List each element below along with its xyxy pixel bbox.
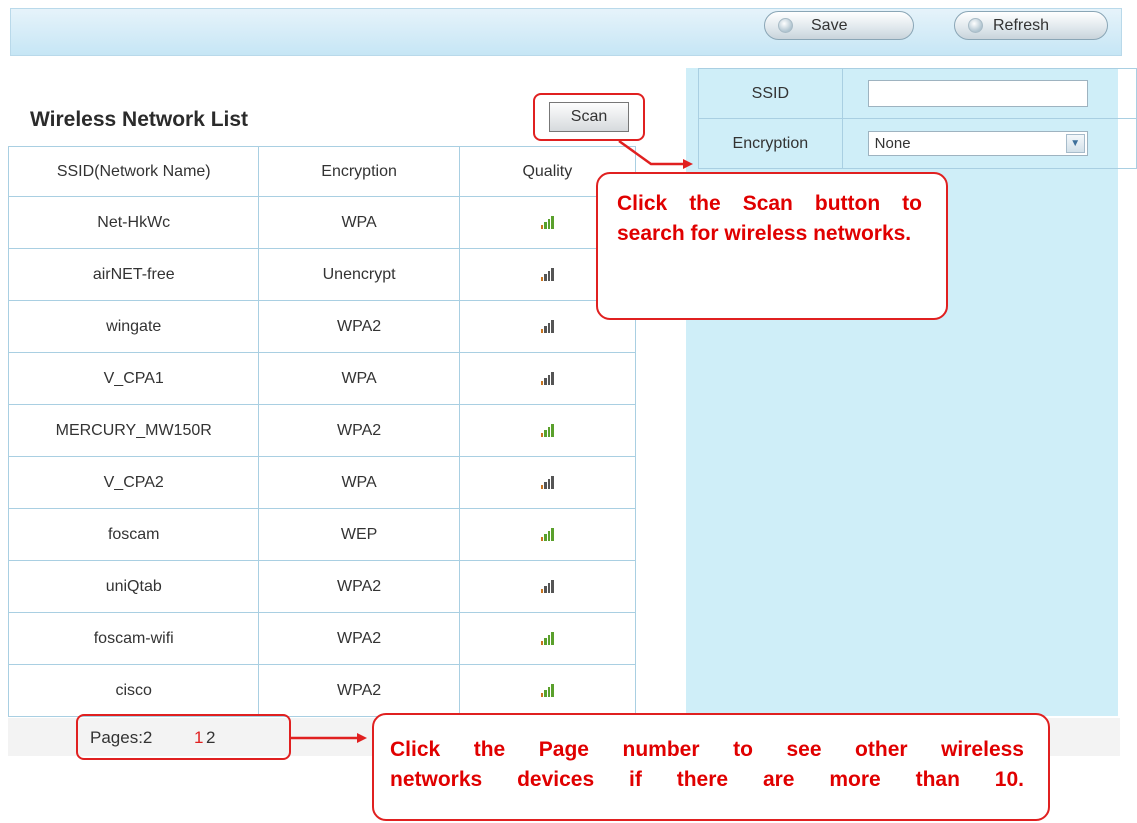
- page-link-1[interactable]: 1: [194, 728, 203, 748]
- ssid-cell: V_CPA2: [7, 456, 260, 509]
- quality-cell: [458, 404, 637, 457]
- refresh-button[interactable]: Refresh: [954, 11, 1108, 40]
- page-link-2[interactable]: 2: [206, 728, 215, 748]
- table-row[interactable]: cisco WPA2: [7, 664, 637, 717]
- table-row[interactable]: V_CPA1 WPA: [7, 352, 637, 405]
- signal-strength-icon: [540, 319, 554, 333]
- signal-strength-icon: [540, 267, 554, 281]
- ssid-cell: Net-HkWc: [7, 196, 260, 249]
- quality-cell: [458, 612, 637, 665]
- signal-strength-icon: [540, 631, 554, 645]
- wireless-network-rows: Net-HkWc WPA airNET-free Unencrypt wingate WP…: [7, 196, 637, 717]
- table-row[interactable]: MERCURY_MW150R WPA2: [7, 404, 637, 457]
- signal-strength-icon: [540, 215, 554, 229]
- wireless-settings-form: SSID Encryption None ▼: [698, 68, 1137, 169]
- table-row[interactable]: airNET-free Unencrypt: [7, 248, 637, 301]
- encryption-cell: Unencrypt: [258, 248, 460, 301]
- table-row[interactable]: foscam-wifi WPA2: [7, 612, 637, 665]
- encryption-cell: WPA: [258, 352, 460, 405]
- ssid-cell: cisco: [7, 664, 260, 717]
- encryption-cell: WPA2: [258, 300, 460, 353]
- signal-strength-icon: [540, 371, 554, 385]
- signal-strength-icon: [540, 475, 554, 489]
- encryption-select-value: None: [874, 135, 911, 152]
- signal-strength-icon: [540, 423, 554, 437]
- ssid-cell: wingate: [7, 300, 260, 353]
- radio-dot-icon: [968, 18, 983, 33]
- pages-count-label: Pages:2: [90, 728, 153, 747]
- quality-cell: [458, 664, 637, 717]
- column-header-encryption: Encryption: [258, 146, 460, 197]
- page-callout-line-1: Click the Page number to see other wirel…: [390, 738, 1024, 761]
- table-row[interactable]: uniQtab WPA2: [7, 560, 637, 613]
- quality-cell: [458, 508, 637, 561]
- wireless-network-table: SSID(Network Name) Encryption Quality Ne…: [7, 146, 637, 717]
- quality-cell: [458, 560, 637, 613]
- page-number-callout: Click the Page number to see other wirel…: [372, 713, 1050, 821]
- table-row[interactable]: Net-HkWc WPA: [7, 196, 637, 249]
- radio-dot-icon: [778, 18, 793, 33]
- ssid-cell: uniQtab: [7, 560, 260, 613]
- encryption-label: Encryption: [698, 118, 843, 169]
- encryption-cell: WPA: [258, 456, 460, 509]
- encryption-cell: WPA2: [258, 612, 460, 665]
- encryption-cell: WPA2: [258, 560, 460, 613]
- page-callout-line-2: networks devices if there are more than …: [390, 768, 1024, 791]
- ssid-cell: airNET-free: [7, 248, 260, 301]
- wireless-settings-page: Save Refresh SSID Encryption None ▼ Wire…: [0, 0, 1137, 823]
- encryption-cell: WPA2: [258, 404, 460, 457]
- ssid-cell: foscam-wifi: [7, 612, 260, 665]
- encryption-cell: WPA: [258, 196, 460, 249]
- table-row[interactable]: foscam WEP: [7, 508, 637, 561]
- ssid-cell: foscam: [7, 508, 260, 561]
- encryption-select[interactable]: None ▼: [867, 131, 1088, 156]
- scan-highlight-box: [533, 93, 645, 141]
- ssid-input[interactable]: [867, 80, 1088, 107]
- save-button-label: Save: [811, 16, 848, 34]
- encryption-cell: WEP: [258, 508, 460, 561]
- scan-callout: Click the Scan button to search for wire…: [596, 172, 948, 320]
- signal-strength-icon: [540, 579, 554, 593]
- chevron-down-icon[interactable]: ▼: [1065, 134, 1085, 153]
- encryption-cell: WPA2: [258, 664, 460, 717]
- ssid-cell: MERCURY_MW150R: [7, 404, 260, 457]
- signal-strength-icon: [540, 683, 554, 697]
- table-header-row: SSID(Network Name) Encryption Quality: [7, 146, 637, 197]
- save-button[interactable]: Save: [764, 11, 914, 40]
- quality-cell: [458, 352, 637, 405]
- signal-strength-icon: [540, 527, 554, 541]
- encryption-row: Encryption None ▼: [698, 118, 1137, 169]
- refresh-button-label: Refresh: [993, 16, 1050, 34]
- ssid-row: SSID: [698, 68, 1137, 119]
- ssid-cell: V_CPA1: [7, 352, 260, 405]
- wireless-network-list-title: Wireless Network List: [30, 108, 249, 131]
- table-row[interactable]: wingate WPA2: [7, 300, 637, 353]
- column-header-ssid: SSID(Network Name): [7, 146, 260, 197]
- table-row[interactable]: V_CPA2 WPA: [7, 456, 637, 509]
- quality-cell: [458, 456, 637, 509]
- ssid-label: SSID: [698, 68, 843, 119]
